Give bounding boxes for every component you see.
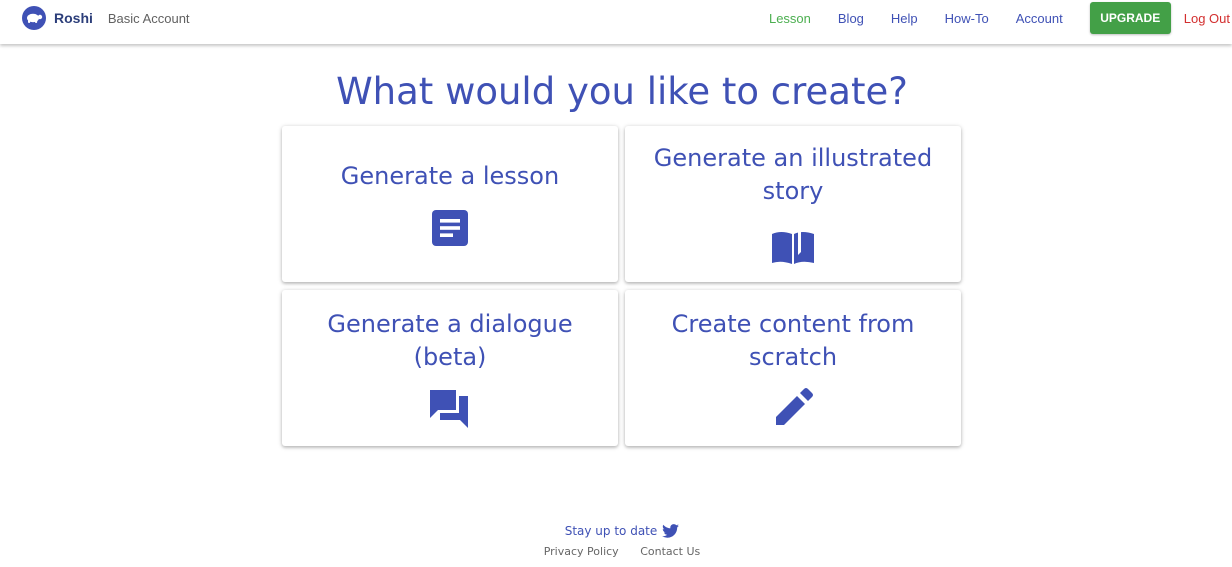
nav-link-account[interactable]: Account <box>1016 11 1063 26</box>
card-title: Generate an illustrated story <box>653 144 933 205</box>
footer-links: Privacy Policy Contact Us <box>0 545 1232 558</box>
card-create-from-scratch[interactable]: Create content from scratch <box>625 290 961 446</box>
stay-up-to-date-label: Stay up to date <box>564 524 658 538</box>
contact-us-link[interactable]: Contact Us <box>640 545 700 558</box>
lesson-document-icon <box>432 210 468 246</box>
nav-links: Lesson Blog Help How-To Account UPGRADE … <box>769 0 1232 36</box>
card-title: Generate a dialogue (beta) <box>327 310 573 371</box>
brand[interactable]: Roshi Basic Account <box>22 6 190 30</box>
nav-link-lesson[interactable]: Lesson <box>769 11 811 26</box>
pencil-icon <box>776 388 813 425</box>
stay-up-to-date-link[interactable]: Stay up to date <box>565 524 680 538</box>
footer: Stay up to date Privacy Policy Contact U… <box>0 520 1232 558</box>
logout-link[interactable]: Log Out <box>1184 11 1230 26</box>
card-generate-dialogue[interactable]: Generate a dialogue (beta) <box>282 290 618 446</box>
nav-link-howto[interactable]: How-To <box>945 11 989 26</box>
page-title: What would you like to create? <box>336 70 908 113</box>
upgrade-button[interactable]: UPGRADE <box>1089 2 1171 34</box>
nav-link-help[interactable]: Help <box>891 11 918 26</box>
nav-link-blog[interactable]: Blog <box>838 11 864 26</box>
privacy-policy-link[interactable]: Privacy Policy <box>544 545 619 558</box>
card-title: Create content from scratch <box>671 310 915 371</box>
brand-name: Roshi <box>54 10 93 26</box>
chat-bubbles-icon <box>430 390 468 428</box>
navbar: Roshi Basic Account Lesson Blog Help How… <box>0 0 1232 44</box>
turtle-logo-icon <box>22 6 46 30</box>
card-title: Generate a lesson <box>340 162 560 190</box>
open-book-icon <box>772 228 814 264</box>
card-generate-lesson[interactable]: Generate a lesson <box>282 126 618 282</box>
twitter-bird-icon <box>662 524 680 538</box>
account-type-label: Basic Account <box>107 10 190 26</box>
card-generate-story[interactable]: Generate an illustrated story <box>625 126 961 282</box>
